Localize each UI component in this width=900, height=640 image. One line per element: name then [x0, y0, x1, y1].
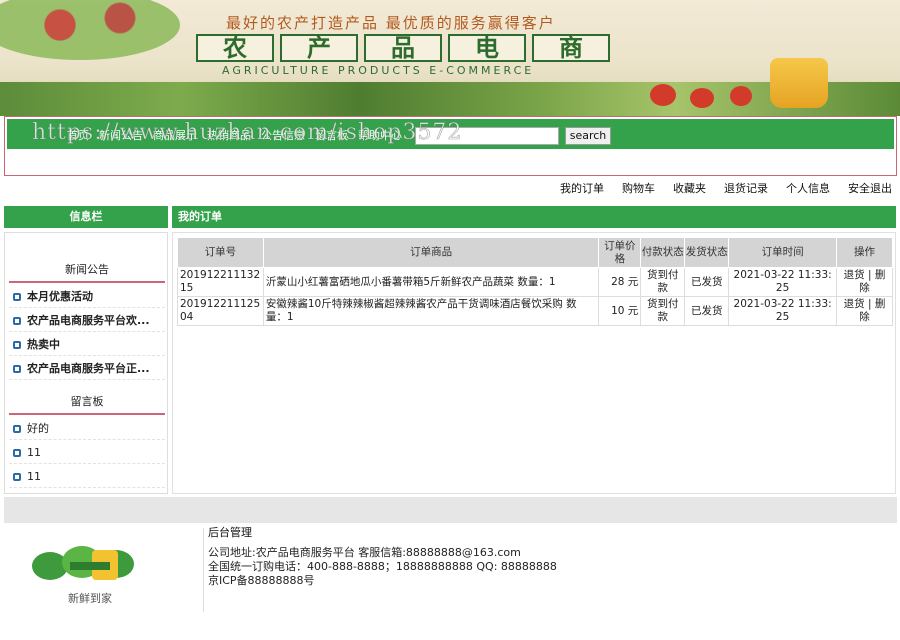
nav-link-notice[interactable]: 公告信息 — [261, 127, 305, 143]
vegetables-decoration — [0, 82, 900, 116]
footer-divider — [203, 528, 204, 612]
col-ship-status: 发货状态 — [684, 237, 730, 268]
table-row: 20191221113215 沂蒙山小红薯富硒地瓜小番薯带箱5斤新鲜农产品蔬菜 … — [177, 267, 893, 297]
nav-link-hot[interactable]: 热销商品 — [207, 127, 251, 143]
nav-link-board[interactable]: 留言板 — [315, 127, 348, 143]
col-price: 订单价格 — [598, 237, 642, 268]
banner-slogan: 最好的农产打造产品 最优质的服务赢得客户 — [226, 14, 556, 32]
order-product: 安徽辣酱10斤特辣辣椒酱超辣辣酱农产品干货调味酒店餐饮采购 数量：1 — [262, 296, 600, 326]
tomato-decoration — [690, 88, 714, 108]
table-row: 20191221112504 安徽辣酱10斤特辣辣椒酱超辣辣酱农产品干货调味酒店… — [177, 296, 893, 326]
news-item-label: 农产品电商服务平台欢... — [27, 314, 150, 327]
news-section-title: 新闻公告 — [9, 257, 165, 283]
banner-title-char: 电 — [448, 34, 526, 62]
col-time: 订单时间 — [728, 237, 838, 268]
board-item[interactable]: 11 — [9, 442, 165, 464]
link-cart[interactable]: 购物车 — [622, 180, 655, 196]
nav-link-home[interactable]: 首页 — [67, 127, 89, 143]
order-no: 20191221112504 — [177, 296, 264, 326]
bullet-icon — [13, 293, 21, 301]
order-ops: 退货 | 删除 — [836, 296, 893, 326]
footer-bar — [4, 497, 897, 523]
link-profile[interactable]: 个人信息 — [786, 180, 830, 196]
col-ops: 操作 — [836, 237, 893, 268]
order-ops: 退货 | 删除 — [836, 267, 893, 297]
order-ship-status: 已发货 — [684, 296, 730, 326]
footer-icp: 京ICP备88888888号 — [208, 574, 315, 587]
link-my-orders[interactable]: 我的订单 — [560, 180, 604, 196]
sidebar: 新闻公告 本月优惠活动 农产品电商服务平台欢... 热卖中 农产品电商服务平台正… — [4, 232, 168, 494]
nav-link-products[interactable]: 商品展示 — [153, 127, 197, 143]
banner-title-char: 农 — [196, 34, 274, 62]
news-item[interactable]: 热卖中 — [9, 334, 165, 356]
main-nav: 首页 新闻公告 商品展示 热销商品 公告信息 留言板 帮助中心 search — [7, 119, 894, 149]
bullet-icon — [13, 425, 21, 433]
order-price: 28 元 — [598, 267, 642, 297]
board-item[interactable]: 11 — [9, 466, 165, 488]
order-product: 沂蒙山小红薯富硒地瓜小番薯带箱5斤新鲜农产品蔬菜 数量：1 — [262, 267, 600, 297]
col-product: 订单商品 — [262, 237, 600, 268]
bullet-icon — [13, 341, 21, 349]
admin-link[interactable]: 后台管理 — [208, 524, 252, 540]
col-pay-status: 付款状态 — [640, 237, 686, 268]
main-header: 我的订单 — [172, 206, 896, 228]
news-item-label: 热卖中 — [27, 338, 60, 351]
footer-phone: 全国统一订购电话：400-888-8888；18888888888 QQ: 88… — [208, 560, 557, 573]
header-banner: 最好的农产打造产品 最优质的服务赢得客户 农 产 品 电 商 AGRICULTU… — [0, 0, 900, 116]
banner-title-char: 品 — [364, 34, 442, 62]
news-item-label: 农产品电商服务平台正... — [27, 362, 150, 375]
order-time: 2021-03-22 11:33:25 — [728, 267, 838, 297]
board-section-title: 留言板 — [9, 389, 165, 415]
user-links: 我的订单 购物车 收藏夹 退货记录 个人信息 安全退出 — [560, 180, 892, 196]
footer-info: 公司地址:农产品电商服务平台 客服信箱:88888888@163.com 全国统… — [208, 546, 557, 588]
footer-logo: 新鲜到家 — [20, 540, 170, 610]
banner-title: 农 产 品 电 商 — [196, 34, 610, 62]
nav-link-news[interactable]: 新闻公告 — [99, 127, 143, 143]
bullet-icon — [13, 365, 21, 373]
banner-title-char: 产 — [280, 34, 358, 62]
news-item-label: 本月优惠活动 — [27, 290, 93, 303]
news-item[interactable]: 本月优惠活动 — [9, 286, 165, 308]
news-item[interactable]: 农产品电商服务平台欢... — [9, 310, 165, 332]
table-header-row: 订单号 订单商品 订单价格 付款状态 发货状态 订单时间 操作 — [177, 237, 893, 268]
nav-container: 首页 新闻公告 商品展示 热销商品 公告信息 留言板 帮助中心 search — [4, 116, 897, 176]
orders-table: 订单号 订单商品 订单价格 付款状态 发货状态 订单时间 操作 20191221… — [177, 237, 893, 326]
tomato-decoration — [650, 84, 676, 106]
bullet-icon — [13, 473, 21, 481]
board-item-label: 11 — [27, 470, 41, 483]
board-item-label: 11 — [27, 446, 41, 459]
nav-links: 首页 新闻公告 商品展示 热销商品 公告信息 留言板 帮助中心 — [67, 127, 402, 143]
order-no: 20191221113215 — [177, 267, 264, 297]
search-input[interactable] — [415, 127, 559, 145]
tomato-decoration — [730, 86, 752, 106]
order-price: 10 元 — [598, 296, 642, 326]
bullet-icon — [13, 317, 21, 325]
return-button[interactable]: 退货 — [844, 298, 865, 310]
order-pay-status: 货到付款 — [640, 267, 686, 297]
board-item-label: 好的 — [27, 422, 49, 435]
col-order-no: 订单号 — [177, 237, 264, 268]
link-logout[interactable]: 安全退出 — [848, 180, 892, 196]
oil-bottle-decoration — [770, 58, 828, 108]
link-returns[interactable]: 退货记录 — [724, 180, 768, 196]
order-pay-status: 货到付款 — [640, 296, 686, 326]
svg-text:新鲜到家: 新鲜到家 — [68, 591, 112, 605]
orders-panel: 订单号 订单商品 订单价格 付款状态 发货状态 订单时间 操作 20191221… — [172, 232, 896, 494]
order-time: 2021-03-22 11:33:25 — [728, 296, 838, 326]
banner-title-char: 商 — [532, 34, 610, 62]
banner-subtitle: AGRICULTURE PRODUCTS E-COMMERCE — [222, 64, 535, 77]
nav-link-help[interactable]: 帮助中心 — [358, 127, 402, 143]
return-button[interactable]: 退货 — [844, 269, 865, 281]
footer-address: 公司地址:农产品电商服务平台 客服信箱:88888888@163.com — [208, 546, 521, 559]
order-ship-status: 已发货 — [684, 267, 730, 297]
link-favorites[interactable]: 收藏夹 — [673, 180, 706, 196]
board-item[interactable]: 好的 — [9, 418, 165, 440]
sidebar-header: 信息栏 — [4, 206, 168, 228]
bullet-icon — [13, 449, 21, 457]
search-button[interactable]: search — [565, 127, 611, 145]
news-item[interactable]: 农产品电商服务平台正... — [9, 358, 165, 380]
fruit-decoration — [0, 0, 180, 60]
fresh-home-logo-icon: 新鲜到家 — [32, 546, 134, 605]
